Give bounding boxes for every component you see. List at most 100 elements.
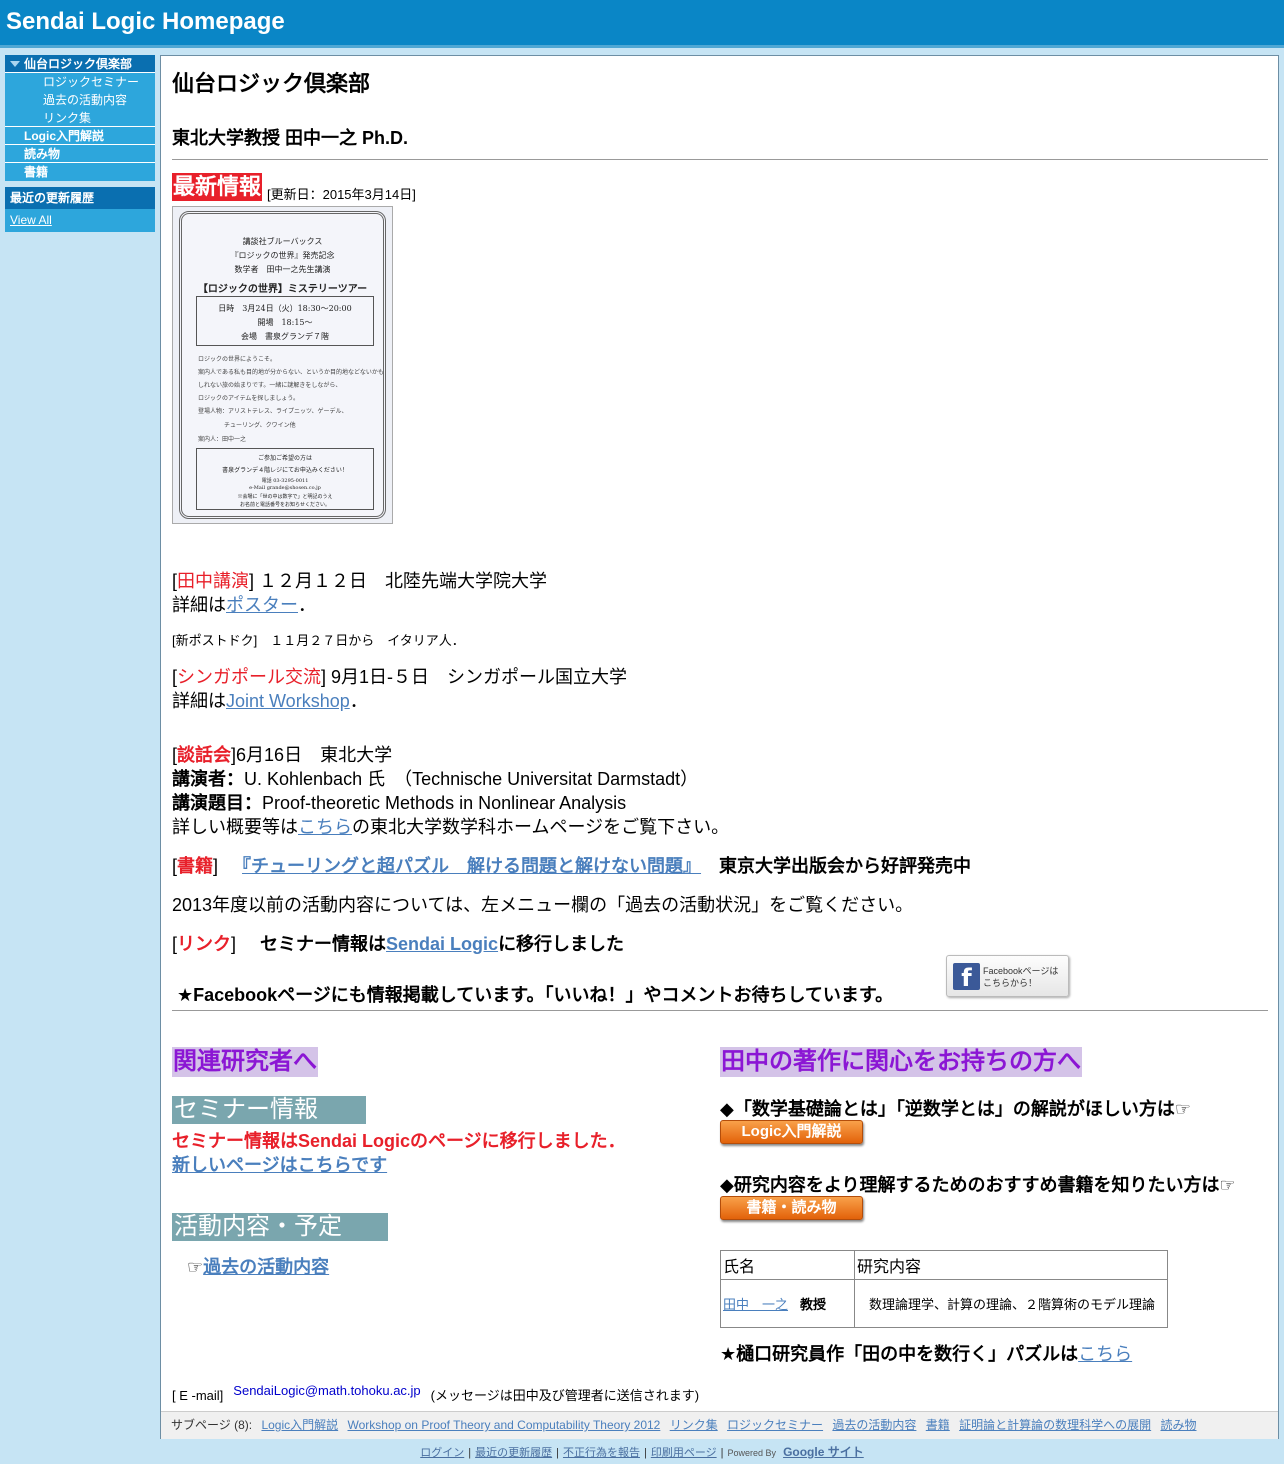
table-header-name: 氏名	[720, 1250, 855, 1280]
sidebar-item-label: 仙台ロジック倶楽部	[24, 57, 133, 71]
email-link[interactable]: SendaiLogic@math.tohoku.ac.jp	[233, 1383, 420, 1398]
sendai-logic-link[interactable]: Sendai Logic	[386, 934, 498, 954]
poster-frame: 講談社ブルーバックス 『ロジックの世界』発売記念 数学者 田中一之先生講演 【ロ…	[179, 211, 386, 519]
sidebar-item-logic-intro[interactable]: Logic入門解説	[5, 127, 155, 145]
divider	[172, 159, 1268, 160]
logic-intro-button[interactable]: Logic入門解説	[720, 1120, 863, 1144]
facebook-page-button[interactable]: f Facebookページは こちらから！	[946, 955, 1069, 997]
topic-text: Proof-theoretic Methods in Nonlinear Ana…	[262, 793, 627, 813]
event-poster-image[interactable]: 講談社ブルーバックス 『ロジックの世界』発売記念 数学者 田中一之先生講演 【ロ…	[172, 206, 393, 524]
link-prefix: セミナー情報は	[260, 934, 387, 954]
news-heading: 最新情報	[172, 173, 263, 201]
login-link[interactable]: ログイン	[420, 1447, 464, 1459]
subpage-link[interactable]: 過去の活動内容	[832, 1418, 916, 1432]
joint-workshop-link[interactable]: Joint Workshop	[226, 691, 350, 711]
subpage-link[interactable]: リンク集	[670, 1418, 718, 1432]
main-content: 仙台ロジック倶楽部 東北大学教授 田中一之 Ph.D. 最新情報 [更新日：20…	[160, 55, 1279, 1439]
site-title[interactable]: Sendai Logic Homepage	[6, 8, 285, 36]
poster-text: 案内人：田中一之	[198, 436, 247, 443]
researcher-name-link[interactable]: 田中 一之	[723, 1297, 788, 1312]
colloquium-tag: 談話会	[177, 745, 232, 765]
link-tag: リンク	[177, 934, 232, 954]
poster-text: 講談社ブルーバックス	[242, 237, 323, 246]
google-sites-link[interactable]: Google サイト	[783, 1445, 864, 1459]
sidebar: 仙台ロジック倶楽部 ロジックセミナー 過去の活動内容 リンク集 Logic入門解…	[5, 55, 155, 232]
poster-info-box: 日時 3月24日（火）18:30〜20:00 開場 18:15〜 会場 書泉グラ…	[196, 296, 374, 346]
sidebar-item-books[interactable]: 書籍	[5, 163, 155, 181]
sidebar-item-logic-seminar[interactable]: ロジックセミナー	[5, 73, 155, 91]
detail-suffix: ．	[298, 595, 316, 615]
table-header-research: 研究内容	[854, 1250, 1168, 1280]
researcher-title: 教授	[800, 1297, 827, 1312]
poster-contact-box: ご参加ご希望の方は 書泉グランデ４階レジにてお申込みください！ 電話 03-32…	[196, 448, 374, 510]
puzzle-link[interactable]: こちら	[1078, 1344, 1132, 1364]
books-question: ◆研究内容をより理解するためのおすすめ書籍を知りたい方は☞	[720, 1175, 1236, 1195]
link-announcement: [リンク] セミナー情報はSendai Logicに移行しました	[172, 934, 625, 954]
colloquium-speaker: 講演者：U. Kohlenbach 氏 （Technische Universi…	[172, 765, 698, 791]
table-cell-research: 数理論理学、計算の理論、２階算術のモデル理論	[854, 1279, 1168, 1328]
view-all-link[interactable]: View All	[10, 213, 52, 227]
past-activities-link[interactable]: 過去の活動内容	[203, 1257, 329, 1277]
lecture-announcement: [田中講演] １２月１２日 北陸先端大学院大学	[172, 571, 548, 591]
poster-text: 『ロジックの世界』発売記念	[230, 251, 335, 260]
colloquium-details: 詳しい概要等はこちらの東北大学数学科ホームページをご覧下さい。	[172, 813, 729, 839]
related-researchers-heading: 関連研究者へ	[172, 1047, 318, 1077]
poster-heading: 【ロジックの世界】ミステリーツアー	[197, 284, 368, 295]
site-header: Sendai Logic Homepage	[0, 0, 1284, 48]
puzzle-prefix: ★樋口研究員作「田の中を数行く」パズルは	[720, 1344, 1079, 1364]
subpage-link[interactable]: Logic入門解説	[261, 1418, 338, 1432]
colloquium-details-link[interactable]: こちら	[298, 817, 352, 837]
subpage-link[interactable]: 書籍	[926, 1418, 950, 1432]
new-seminar-page-link[interactable]: 新しいページはこちらです	[172, 1155, 387, 1175]
subpage-link[interactable]: 読み物	[1160, 1418, 1196, 1432]
site-footer: ログイン | 最近の更新履歴 | 不正行為を報告 | 印刷用ページ | Powered By G…	[420, 1445, 864, 1459]
facebook-note: ★Facebookページにも情報掲載しています。「いいね！」やコメントお待ちして…	[177, 985, 894, 1005]
book-announcement: [書籍] 『チューリングと超パズル 解ける問題と解けない問題』 東京大学出版会から…	[172, 856, 972, 876]
sidebar-item-sendai-logic-club[interactable]: 仙台ロジック倶楽部	[5, 55, 155, 73]
sidebar-item-past-activities[interactable]: 過去の活動内容	[5, 91, 155, 109]
lecture-text: １２月１２日 北陸先端大学院大学	[254, 571, 548, 591]
subpage-link[interactable]: ロジックセミナー	[727, 1418, 823, 1432]
email-row: [ E -mail] SendaiLogic@math.tohoku.ac.jp (…	[172, 1383, 699, 1404]
topic-label: 講演題目：	[172, 793, 262, 813]
past-activities-note: 2013年度以前の活動内容については、左メニュー欄の「過去の活動状況」をご覧くだ…	[172, 895, 914, 915]
colloquium-topic: 講演題目：Proof-theoretic Methods in Nonlinea…	[172, 789, 626, 815]
poster-text: 開場 18:15〜	[257, 318, 313, 327]
subpage-link[interactable]: Workshop on Proof Theory and Computabili…	[348, 1418, 661, 1432]
detail-prefix: 詳細は	[172, 595, 226, 615]
link-suffix: に移行しました	[498, 934, 625, 954]
news-update-date: [更新日：2015年3月14日]	[267, 187, 416, 202]
singapore-text: 9月1日-５日 シンガポール国立大学	[326, 667, 628, 687]
subpage-link[interactable]: 証明論と計算論の数理科学への展開	[959, 1418, 1151, 1432]
book-link[interactable]: 『チューリングと超パズル 解ける問題と解けない問題』	[242, 856, 701, 876]
report-abuse-link[interactable]: 不正行為を報告	[563, 1447, 640, 1459]
books-readings-button[interactable]: 書籍・読み物	[720, 1196, 863, 1220]
seminar-moved-note: セミナー情報はSendai Logicのページに移行しました．	[172, 1131, 626, 1151]
sidebar-item-links[interactable]: リンク集	[5, 109, 155, 127]
speaker-label: 講演者：	[172, 769, 244, 789]
book-text: 東京大学出版会から好評発売中	[719, 856, 972, 876]
page-subtitle: 東北大学教授 田中一之 Ph.D.	[172, 128, 409, 148]
poster-text: 電話 03-3295-0011	[261, 478, 309, 484]
table-header-row: 氏名 研究内容	[720, 1250, 1168, 1280]
seminar-info-heading: セミナー情報	[172, 1096, 366, 1124]
email-label: [ E -mail]	[172, 1388, 224, 1403]
collapse-triangle-icon[interactable]	[10, 61, 20, 67]
poster-text: 登場人物：アリストテレス、ライプニッツ、ゲーデル、	[198, 408, 348, 415]
table-cell-name: 田中 一之 教授	[720, 1279, 855, 1328]
poster-link[interactable]: ポスター	[226, 595, 298, 615]
poster-text: 書泉グランデ４階レジにてお申込みください！	[222, 467, 348, 474]
sidebar-item-readings[interactable]: 読み物	[5, 145, 155, 163]
print-page-link[interactable]: 印刷用ページ	[651, 1447, 717, 1459]
details-suffix: の東北大学数学科ホームページをご覧下さい。	[352, 817, 730, 837]
singapore-announcement: [シンガポール交流] 9月1日-５日 シンガポール国立大学	[172, 667, 628, 687]
puzzle-note: ★樋口研究員作「田の中を数行く」パズルはこちら	[720, 1340, 1132, 1366]
poster-text: e-Mail grande@shosen.co.jp	[249, 485, 321, 491]
detail-prefix: 詳細は	[172, 691, 226, 711]
postdoc-note: [新ポストドク] １１月２７日から イタリア人．	[172, 633, 465, 648]
recent-updates-link[interactable]: 最近の更新履歴	[475, 1447, 552, 1459]
recent-updates-box: 最近の更新履歴 View All	[5, 187, 155, 232]
poster-text: ご参加ご希望の方は	[257, 455, 312, 462]
poster-text: ※会場に「世の中は数字で」と明記のうえ	[237, 494, 333, 500]
facebook-icon: f	[953, 963, 980, 992]
